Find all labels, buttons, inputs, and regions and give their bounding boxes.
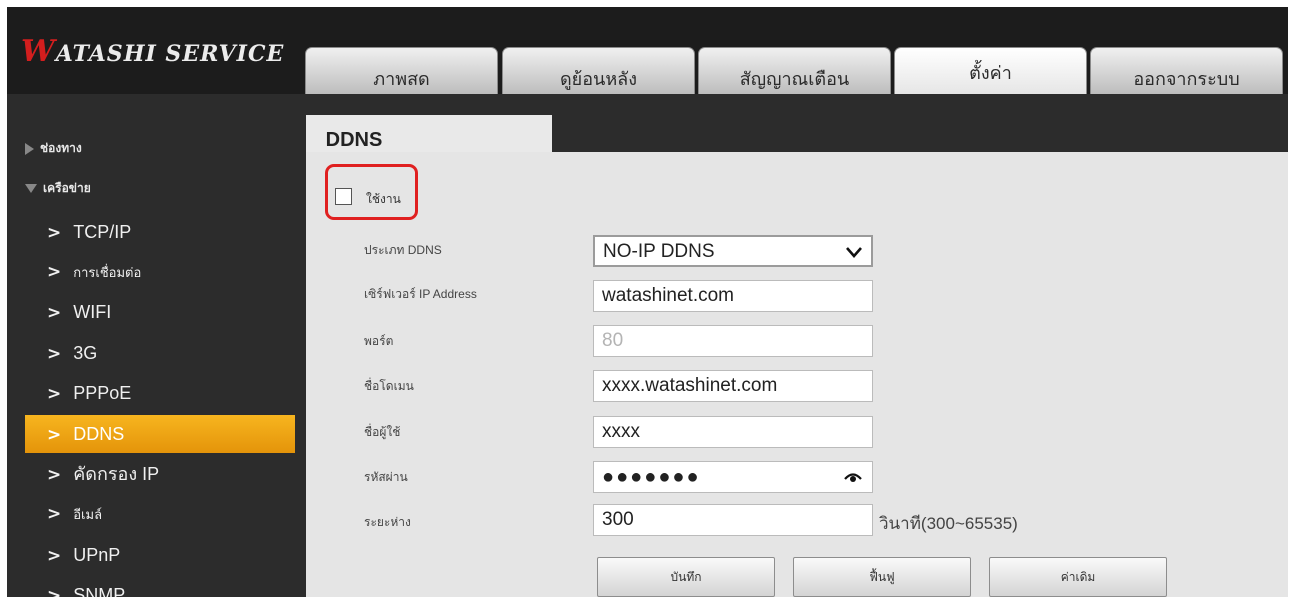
- ddns-type-select[interactable]: NO-IP DDNS: [593, 235, 873, 267]
- chevron-right-icon: >: [47, 586, 62, 597]
- chevron-down-icon: [846, 247, 862, 258]
- tab-settings[interactable]: ตั้งค่า: [894, 47, 1087, 94]
- domain-input[interactable]: xxxx.watashinet.com: [593, 370, 873, 402]
- sidebar-section-network[interactable]: เครือข่าย: [25, 179, 91, 198]
- sidebar-item-3g[interactable]: >3G: [25, 334, 295, 372]
- sidebar-item-wifi[interactable]: > WIFI: [25, 293, 295, 331]
- tab-live-view[interactable]: ภาพสด: [305, 47, 498, 94]
- password-label: รหัสผ่าน: [364, 470, 408, 484]
- chevron-right-icon: >: [47, 465, 62, 485]
- enable-label: ใช้งาน: [366, 192, 401, 206]
- save-button[interactable]: บันทึก: [597, 557, 775, 597]
- domain-label: ชื่อโดเมน: [364, 379, 414, 393]
- chevron-right-icon: >: [47, 504, 62, 524]
- triangle-down-icon: [25, 184, 37, 193]
- sidebar-item-email[interactable]: > อีเมล์: [25, 495, 295, 533]
- interval-unit-label: วินาที(300~65535): [879, 514, 1018, 533]
- chevron-right-icon: >: [47, 303, 62, 323]
- password-input[interactable]: ●●●●●●●: [593, 461, 873, 493]
- sidebar-section-channel[interactable]: ช่องทาง: [25, 139, 82, 158]
- default-button[interactable]: ค่าเดิม: [989, 557, 1167, 597]
- server-ip-label: เซิร์ฟเวอร์ IP Address: [364, 287, 477, 301]
- chevron-right-icon: >: [47, 223, 62, 243]
- username-label: ชื่อผู้ใช้: [364, 425, 401, 439]
- tab-playback[interactable]: ดูย้อนหลัง: [502, 47, 695, 94]
- server-ip-input[interactable]: watashinet.com: [593, 280, 873, 312]
- header: WATASHI SERVICE ภาพสด ดูย้อนหลัง สัญญาณเ…: [7, 7, 1288, 94]
- enable-checkbox[interactable]: [335, 188, 352, 205]
- chevron-right-icon: >: [47, 344, 62, 364]
- interval-label: ระยะห่าง: [364, 515, 411, 529]
- sidebar-item-upnp[interactable]: > UPnP: [25, 536, 295, 574]
- sidebar-item-pppoe[interactable]: > PPPoE: [25, 374, 295, 412]
- tab-logout[interactable]: ออกจากระบบ: [1090, 47, 1283, 94]
- sidebar-item-snmp[interactable]: > SNMP: [25, 576, 295, 597]
- eye-icon[interactable]: [844, 471, 862, 483]
- sidebar-item-tcpip[interactable]: > TCP/IP: [25, 213, 295, 251]
- chevron-right-icon: >: [47, 262, 62, 282]
- refresh-button[interactable]: ฟื้นฟู: [793, 557, 971, 597]
- sidebar-item-ddns[interactable]: > DDNS: [25, 415, 295, 453]
- chevron-right-icon: >: [47, 425, 62, 445]
- tab-alarm[interactable]: สัญญาณเตือน: [698, 47, 891, 94]
- port-label: พอร์ต: [364, 334, 394, 348]
- brand-logo: WATASHI SERVICE: [21, 34, 285, 69]
- ddns-type-label: ประเภท DDNS: [364, 243, 442, 257]
- sidebar: ช่องทาง เครือข่าย > TCP/IP > การเชื่อมต่อ …: [7, 94, 305, 597]
- sidebar-item-ip-filter[interactable]: > คัดกรอง IP: [25, 455, 295, 493]
- chevron-right-icon: >: [47, 384, 62, 404]
- username-input[interactable]: xxxx: [593, 416, 873, 448]
- interval-input[interactable]: 300: [593, 504, 873, 536]
- sidebar-item-connection[interactable]: > การเชื่อมต่อ: [25, 253, 295, 291]
- triangle-right-icon: [25, 142, 34, 155]
- chevron-right-icon: >: [47, 546, 62, 566]
- port-input[interactable]: 80: [593, 325, 873, 357]
